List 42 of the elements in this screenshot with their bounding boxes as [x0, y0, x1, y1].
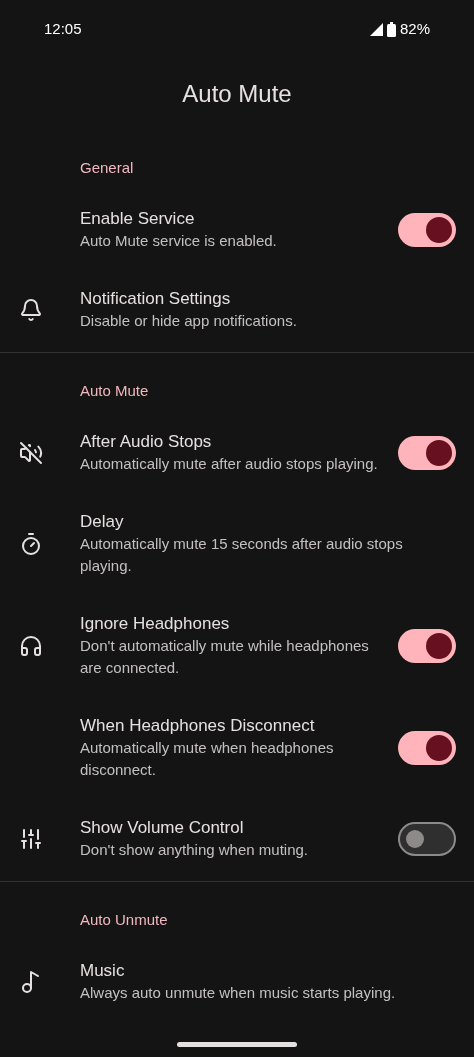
setting-description: Don't automatically mute while headphones are connected.: [80, 636, 370, 678]
setting-row[interactable]: Show Volume Control Don't show anything when muting.: [0, 799, 474, 879]
setting-description: Disable or hide app notifications.: [80, 311, 298, 331]
setting-description: Auto Mute service is enabled.: [80, 231, 278, 251]
setting-description: Automatically mute 15 seconds after audio stops playing.: [80, 534, 404, 576]
status-time: 12:05: [44, 18, 82, 39]
battery-percent: 82%: [399, 18, 430, 39]
setting-title: Enable Service: [80, 208, 196, 230]
signal-icon: [369, 22, 383, 36]
setting-title: Ignore Headphones: [80, 613, 231, 635]
toggle-switch[interactable]: [398, 213, 456, 247]
setting-description: Automatically mute after audio stops playing.: [80, 454, 379, 474]
speaker-off-icon: [19, 441, 43, 465]
setting-row[interactable]: Ignore Headphones Don't automatically mute while headphones are connected.: [0, 595, 474, 697]
setting-title: Show Volume Control: [80, 817, 245, 839]
setting-description: Always auto unmute when music starts playing.: [80, 983, 397, 1003]
setting-title: After Audio Stops: [80, 431, 213, 453]
section-header: General: [80, 159, 134, 176]
headphones-icon: [19, 634, 43, 658]
toggle-switch[interactable]: [398, 629, 456, 663]
setting-title: Delay: [80, 511, 125, 533]
section-header: Auto Unmute: [80, 911, 168, 928]
setting-row[interactable]: After Audio Stops Automatically mute after audio stops playing.: [0, 413, 474, 493]
setting-title: Notification Settings: [80, 288, 232, 310]
setting-row[interactable]: Enable Service Auto Mute service is enabled.: [0, 190, 474, 270]
toggle-switch[interactable]: [398, 436, 456, 470]
setting-title: When Headphones Disconnect: [80, 715, 316, 737]
toggle-switch[interactable]: [398, 822, 456, 856]
sliders-icon: [19, 827, 43, 851]
setting-row[interactable]: Music Always auto unmute when music starts playing.: [0, 942, 474, 1022]
setting-row[interactable]: Delay Automatically mute 15 seconds after audio stops playing.: [0, 493, 474, 595]
timer-icon: [19, 532, 43, 556]
toggle-switch[interactable]: [398, 731, 456, 765]
bell-icon: [19, 298, 43, 322]
setting-description: Automatically mute when headphones disconnect.: [80, 738, 335, 780]
setting-row[interactable]: Notification Settings Disable or hide app notifications.: [0, 270, 474, 350]
setting-title: Music: [80, 960, 126, 982]
page-title: Auto Mute: [182, 79, 292, 109]
setting-description: Don't show anything when muting.: [80, 840, 309, 860]
section-header: Auto Mute: [80, 382, 149, 399]
setting-row[interactable]: When Headphones Disconnect Automatically mute when headphones disconnect.: [0, 697, 474, 799]
battery-icon: [386, 21, 396, 37]
